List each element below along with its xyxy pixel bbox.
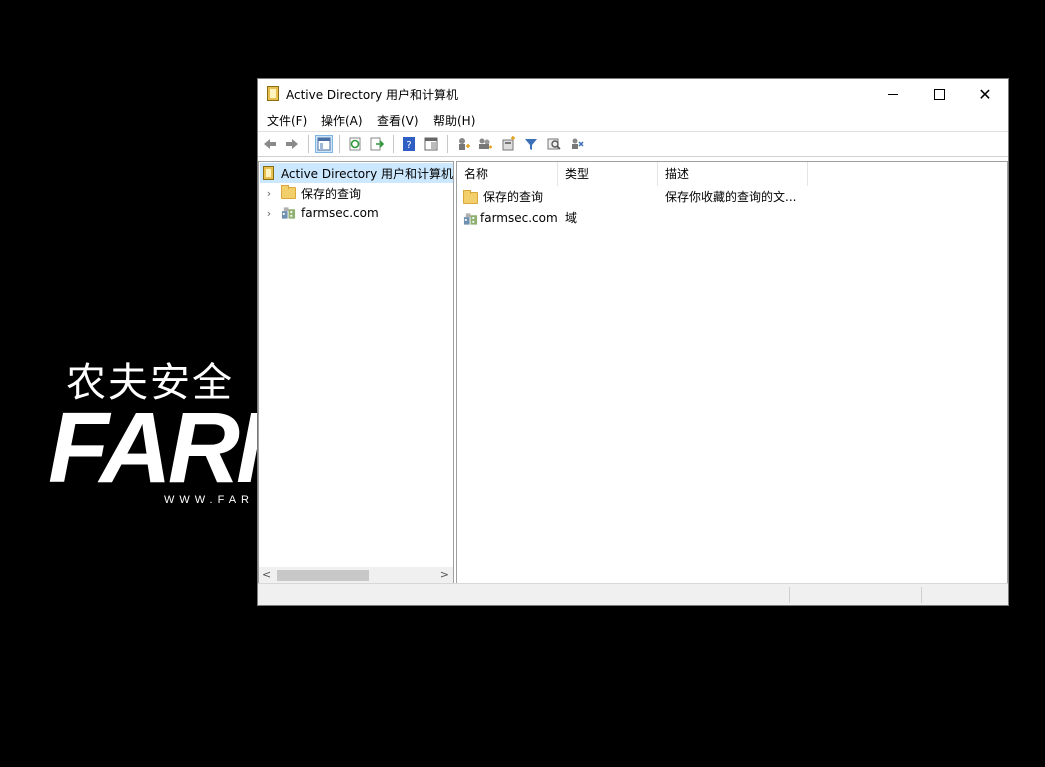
properties-icon[interactable] — [422, 135, 440, 153]
export-list-icon[interactable] — [368, 135, 386, 153]
close-button[interactable]: ✕ — [962, 79, 1008, 109]
expand-chevron-icon[interactable]: › — [263, 207, 275, 220]
tree-item-domain[interactable]: › farmsec.com — [263, 203, 379, 223]
filter-icon[interactable] — [522, 135, 540, 153]
scrollbar-thumb[interactable] — [277, 570, 369, 581]
minimize-button[interactable] — [870, 79, 916, 109]
domain-icon — [463, 212, 478, 225]
new-group-icon[interactable] — [476, 135, 494, 153]
title-bar[interactable]: Active Directory 用户和计算机 ✕ — [258, 79, 1008, 109]
expand-chevron-icon[interactable]: › — [263, 187, 275, 200]
help-icon[interactable]: ? — [400, 135, 418, 153]
window-title: Active Directory 用户和计算机 — [286, 88, 459, 102]
details-list-pane: 名称 类型 描述 保存的查询 保存你收藏的查询的文... farmsec.com… — [456, 161, 1008, 585]
back-arrow-icon[interactable] — [261, 135, 279, 153]
forward-arrow-icon[interactable] — [283, 135, 301, 153]
find-icon[interactable] — [545, 135, 563, 153]
add-to-group-icon[interactable] — [568, 135, 586, 153]
domain-icon — [281, 207, 296, 219]
tree-item-label: 保存的查询 — [301, 186, 362, 201]
minimize-icon — [888, 93, 898, 95]
toolbar-separator — [447, 135, 448, 153]
column-header-type[interactable]: 类型 — [558, 162, 658, 186]
status-bar — [258, 583, 1008, 605]
new-user-icon[interactable] — [454, 135, 472, 153]
column-header-description[interactable]: 描述 — [658, 162, 808, 186]
list-header: 名称 类型 描述 — [457, 162, 1007, 186]
menu-file[interactable]: 文件(F) — [267, 112, 307, 129]
tree-item-saved-queries[interactable]: › 保存的查询 — [263, 183, 361, 203]
scroll-right-icon[interactable]: > — [440, 568, 449, 581]
scroll-left-icon[interactable]: < — [262, 568, 271, 581]
column-header-name[interactable]: 名称 — [457, 162, 558, 186]
show-console-tree-icon[interactable] — [315, 135, 333, 153]
list-cell-description: 保存你收藏的查询的文... — [665, 190, 797, 204]
aduc-app-icon — [267, 86, 279, 101]
toolbar-separator — [308, 135, 309, 153]
toolbar-separator — [393, 135, 394, 153]
menu-view[interactable]: 查看(V) — [377, 112, 419, 129]
aduc-window: Active Directory 用户和计算机 ✕ 文件(F) 操作(A) 查看… — [257, 78, 1009, 606]
status-separator — [921, 587, 922, 603]
tree-item-label: Active Directory 用户和计算机 — [280, 166, 453, 181]
svg-text:?: ? — [406, 140, 411, 151]
close-icon: ✕ — [978, 84, 992, 104]
horizontal-scrollbar[interactable]: < > — [259, 567, 453, 584]
status-separator — [789, 587, 790, 603]
new-ou-icon[interactable] — [499, 135, 517, 153]
console-tree-pane: Active Directory 用户和计算机 › 保存的查询 › farmse… — [258, 161, 454, 585]
list-cell-name: farmsec.com — [463, 208, 558, 229]
refresh-icon[interactable] — [346, 135, 364, 153]
list-row-saved-queries[interactable]: 保存的查询 保存你收藏的查询的文... — [457, 187, 1007, 208]
toolbar-separator — [339, 135, 340, 153]
tree-item-root[interactable]: Active Directory 用户和计算机 — [260, 163, 453, 183]
toolbar: ? — [258, 131, 1008, 157]
list-cell-type: 域 — [565, 211, 578, 225]
folder-icon — [463, 189, 478, 204]
aduc-icon — [263, 166, 274, 180]
list-cell-name: 保存的查询 — [463, 187, 543, 208]
maximize-button[interactable] — [916, 79, 962, 109]
folder-icon — [281, 185, 296, 199]
menu-bar: 文件(F) 操作(A) 查看(V) 帮助(H) — [258, 109, 1008, 131]
tree-item-label: farmsec.com — [301, 206, 379, 220]
logo-url-text: WWW.FAR — [164, 494, 254, 506]
maximize-icon — [933, 88, 945, 100]
menu-action[interactable]: 操作(A) — [321, 112, 363, 129]
list-row-domain[interactable]: farmsec.com 域 — [457, 208, 1007, 229]
menu-help[interactable]: 帮助(H) — [433, 112, 475, 129]
